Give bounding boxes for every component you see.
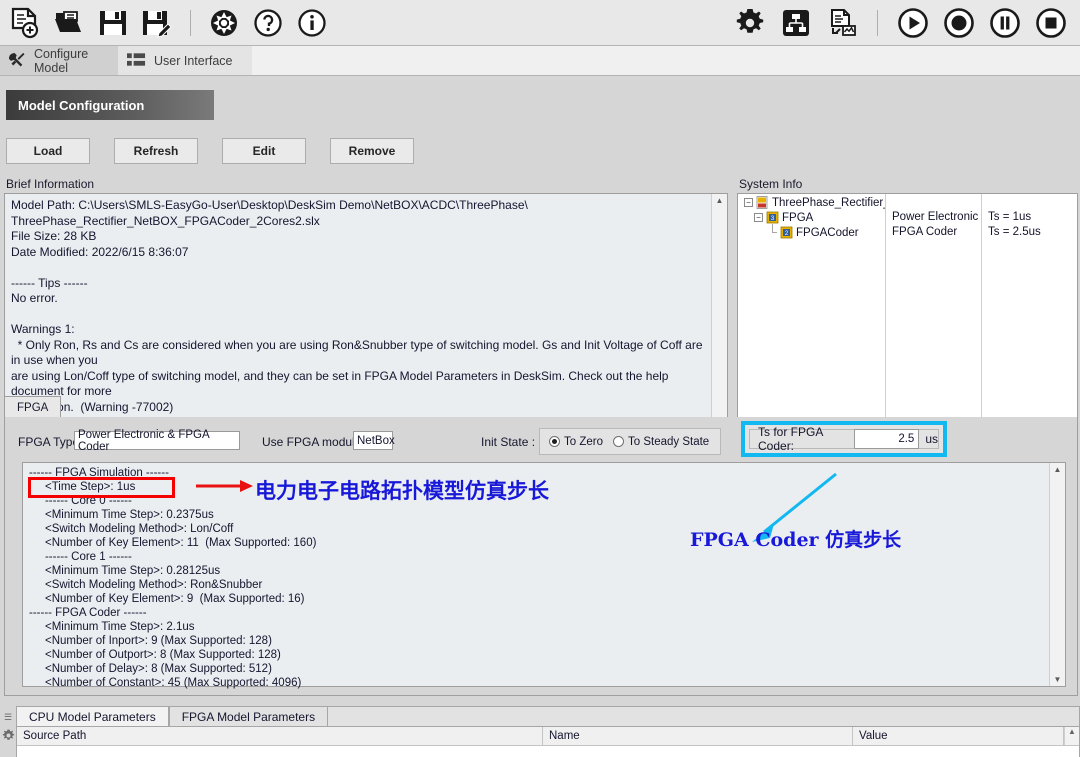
refresh-button[interactable]: Refresh (114, 138, 198, 164)
tab-configure-model[interactable]: Configure Model (0, 46, 118, 75)
init-state-label: Init State : (481, 435, 536, 449)
column-header-value[interactable]: Value (853, 727, 1064, 745)
scroll-up-icon[interactable]: ▲ (1054, 463, 1062, 476)
fpga-coder-icon: 2 (780, 226, 793, 239)
tree-connector-line (768, 224, 777, 237)
gear-icon[interactable] (731, 4, 769, 42)
load-button[interactable]: Load (6, 138, 90, 164)
annotation-note-1: 电力电子电路拓扑模型仿真步长 (255, 479, 549, 503)
parameters-grid-body (17, 746, 1079, 757)
record-icon[interactable] (940, 4, 978, 42)
ts-fpga-coder-group: Ts for FPGA Coder: 2.5 us (749, 425, 939, 453)
hierarchy-icon[interactable] (777, 4, 815, 42)
tree-node-label-model: ThreePhase_Rectifier_N (772, 196, 886, 209)
tree-node-fpgacoder[interactable]: 2 FPGACoder (738, 224, 885, 239)
model-action-buttons: Load Refresh Edit Remove (6, 138, 414, 164)
init-state-radio-group: To Zero To Steady State (539, 428, 721, 455)
tab-label-user-interface: User Interface (154, 53, 233, 68)
splitter-handle[interactable]: ☰ (0, 707, 16, 727)
tree-node-fpga[interactable]: − 3 FPGA (738, 209, 885, 224)
radio-to-zero[interactable]: To Zero (549, 436, 603, 448)
tab-user-interface[interactable]: User Interface (118, 46, 252, 75)
tree-node-model[interactable]: − ThreePhase_Rectifier_N (738, 194, 885, 209)
edit-button[interactable]: Edit (222, 138, 306, 164)
annotation-note-2: FPGA Coder 仿真步长 (690, 529, 902, 551)
ts-fpga-coder-highlight: Ts for FPGA Coder: 2.5 us (741, 421, 947, 457)
wrench-screwdriver-icon (8, 51, 26, 71)
toolbar-left-group (0, 4, 331, 42)
fpga-simulation-scrollbar[interactable]: ▲ ▼ (1049, 463, 1065, 686)
content-body: Model Configuration Load Refresh Edit Re… (0, 76, 1080, 701)
help-icon[interactable] (249, 4, 287, 42)
bottom-tabstrip-filler (328, 706, 1080, 727)
ts-fpga-coder-input[interactable]: 2.5 (854, 429, 920, 449)
radio-label-to-steady-state: To Steady State (628, 435, 710, 448)
open-folder-icon[interactable] (50, 4, 88, 42)
page-title: Model Configuration (6, 90, 214, 120)
scroll-up-icon[interactable]: ▲ (716, 194, 724, 207)
save-as-icon[interactable] (138, 4, 176, 42)
brief-information-label: Brief Information (6, 177, 95, 191)
fpga-type-label: FPGA Type (18, 435, 80, 449)
save-icon[interactable] (94, 4, 132, 42)
radio-to-steady-state[interactable]: To Steady State (613, 436, 709, 448)
grid-scrollbar[interactable]: ▲ (1064, 727, 1079, 745)
main-toolbar (0, 0, 1080, 46)
fpga-tabstrip: FPGA (4, 396, 1078, 418)
tree-node-label-fpga: FPGA (782, 211, 814, 224)
type-value-fpgacoder: FPGA Coder (892, 226, 958, 238)
toolbar-separator-1 (190, 9, 191, 36)
tab-cpu-model-parameters[interactable]: CPU Model Parameters (16, 706, 169, 727)
system-info-label: System Info (739, 177, 803, 191)
use-fpga-module-field[interactable]: NetBox (353, 431, 395, 450)
fpga-type-field[interactable]: Power Electronic & FPGA Coder (74, 429, 240, 453)
ts-fpga-coder-unit: us (925, 432, 938, 446)
scroll-down-icon[interactable]: ▼ (1054, 673, 1062, 686)
radio-unselected-icon[interactable] (613, 436, 624, 447)
ts-value-empty (982, 194, 1077, 209)
report-icon[interactable] (823, 4, 861, 42)
tab-label-configure-model: Configure Model (34, 46, 89, 75)
red-annotation-arrow (196, 478, 254, 497)
type-value-empty (886, 194, 981, 209)
radio-label-to-zero: To Zero (564, 435, 603, 448)
ts-value-fpga: Ts = 1us (988, 211, 1032, 223)
column-header-name[interactable]: Name (543, 727, 853, 745)
tree-node-label-fpgacoder: FPGACoder (796, 226, 859, 239)
ts-value-fpgacoder: Ts = 2.5us (988, 226, 1041, 238)
grid-settings-gear-icon[interactable] (0, 726, 16, 757)
type-value-fpga: Power Electronic (892, 211, 979, 223)
info-icon[interactable] (293, 4, 331, 42)
parameters-grid-header: Source Path Name Value ▲ (17, 727, 1079, 746)
use-fpga-module-label: Use FPGA module (262, 435, 362, 449)
bottom-tabstrip: ☰ CPU Model Parameters FPGA Model Parame… (0, 705, 1080, 727)
tab-fpga[interactable]: FPGA (4, 396, 62, 418)
bottom-pane: ☰ CPU Model Parameters FPGA Model Parame… (0, 701, 1080, 757)
model-file-icon (756, 196, 769, 209)
brief-information-text: Model Path: C:\Users\SMLS-EasyGo-User\De… (11, 198, 703, 414)
main-tabstrip: Configure Model User Interface (0, 46, 1080, 76)
toolbar-right-group (731, 4, 1080, 42)
ts-fpga-coder-label: Ts for FPGA Coder: (758, 425, 823, 453)
expander-minus-icon[interactable]: − (744, 198, 753, 207)
new-file-icon[interactable] (6, 4, 44, 42)
column-header-source-path[interactable]: Source Path (17, 727, 543, 745)
toolbar-separator-2 (877, 9, 878, 36)
expander-minus-icon[interactable]: − (754, 213, 763, 222)
layout-list-icon (127, 52, 146, 70)
tab-fpga-model-parameters[interactable]: FPGA Model Parameters (168, 706, 329, 727)
pause-icon[interactable] (986, 4, 1024, 42)
parameters-grid-wrapper: Source Path Name Value ▲ (0, 726, 1080, 757)
remove-button[interactable]: Remove (330, 138, 414, 164)
fpga-block-icon: 3 (766, 211, 779, 224)
play-icon[interactable] (894, 4, 932, 42)
parameters-grid: Source Path Name Value ▲ (16, 726, 1080, 757)
radio-selected-icon[interactable] (549, 436, 560, 447)
stop-icon[interactable] (1032, 4, 1070, 42)
tools-icon[interactable] (205, 4, 243, 42)
